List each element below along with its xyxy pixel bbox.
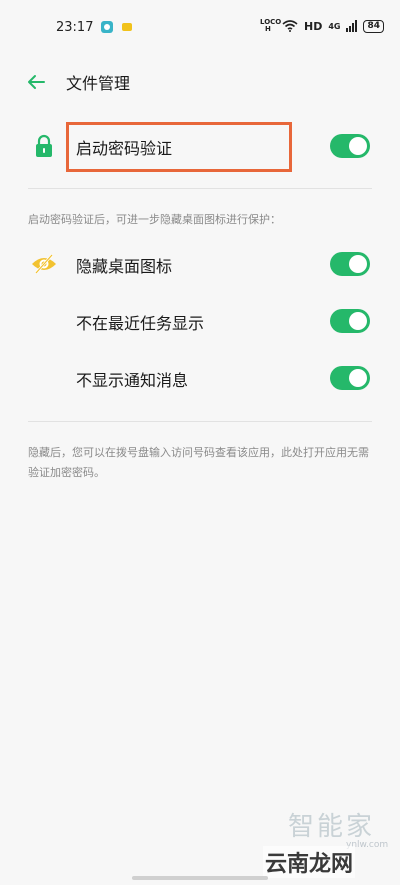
signal-icon xyxy=(346,20,358,32)
lock-icon xyxy=(36,134,52,157)
message-notification-icon xyxy=(122,23,132,31)
footer-note: 隐藏后，您可以在拨号盘输入访问号码查看该应用，此处打开应用无需验证加密密码。 xyxy=(28,446,369,479)
option-label: 隐藏桌面图标 xyxy=(76,257,173,276)
status-time: 23:17 xyxy=(56,20,94,35)
protect-intro-text: 启动密码验证后，可进一步隐藏桌面图标进行保护： xyxy=(28,213,281,226)
hd-indicator: HD xyxy=(303,19,323,33)
status-indicators: LOCO H HD 4G 84 xyxy=(260,16,384,36)
option-label: 不在最近任务显示 xyxy=(76,314,205,333)
divider xyxy=(28,421,372,422)
watermark-bottom: 云南龙网 xyxy=(263,846,356,878)
password-verification-toggle[interactable] xyxy=(330,134,370,158)
hidden-eye-icon xyxy=(32,254,56,274)
hide-desktop-icon-toggle[interactable] xyxy=(330,252,370,276)
loco-indicator: LOCO H xyxy=(259,18,282,33)
app-notification-icon xyxy=(101,21,113,33)
status-bar: 23:17 LOCO H HD 4G 84 xyxy=(0,0,400,50)
back-arrow-icon[interactable] xyxy=(26,72,46,92)
page-title: 文件管理 xyxy=(66,74,131,93)
hide-recent-tasks-toggle[interactable] xyxy=(330,309,370,333)
home-indicator[interactable] xyxy=(132,876,268,880)
network-type: 4G xyxy=(328,21,341,31)
divider xyxy=(28,188,372,189)
hide-desktop-icon-row[interactable]: 隐藏桌面图标 xyxy=(0,244,400,284)
hide-recent-tasks-row[interactable]: 不在最近任务显示 xyxy=(0,301,400,341)
option-label: 不显示通知消息 xyxy=(76,371,189,390)
wifi-icon xyxy=(282,20,298,32)
hide-notifications-toggle[interactable] xyxy=(330,366,370,390)
hide-notifications-row[interactable]: 不显示通知消息 xyxy=(0,358,400,398)
watermark-top: 智能家 xyxy=(288,812,376,842)
battery-icon: 84 xyxy=(363,19,384,33)
highlight-box xyxy=(66,122,292,172)
app-header: 文件管理 xyxy=(0,62,400,100)
